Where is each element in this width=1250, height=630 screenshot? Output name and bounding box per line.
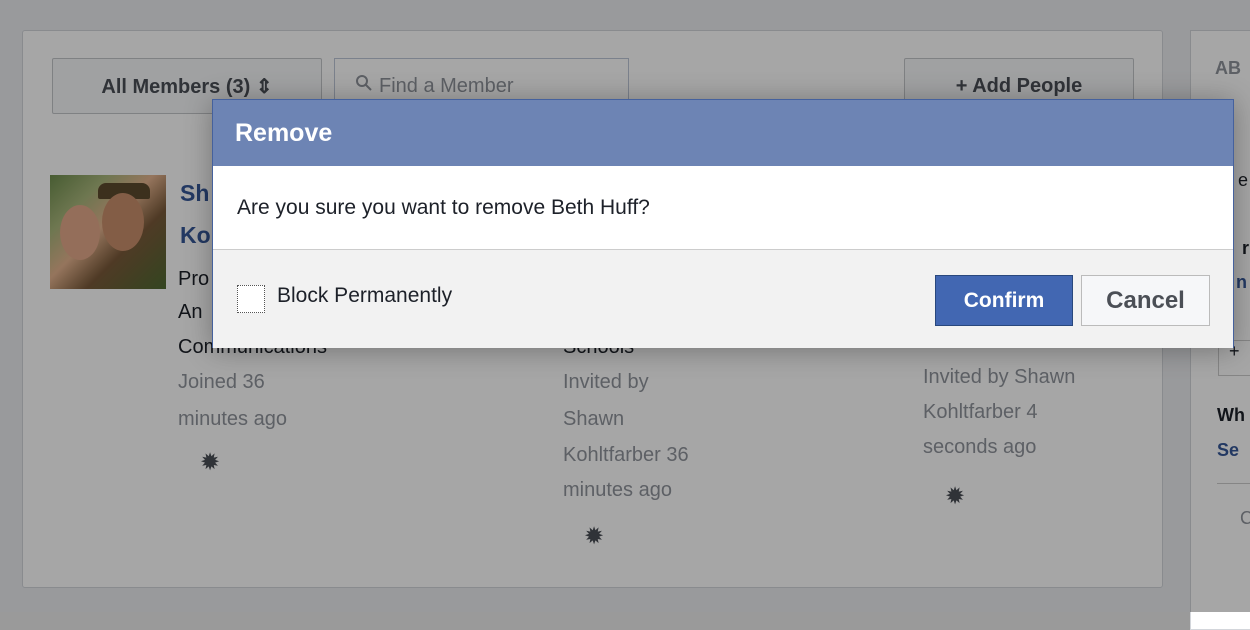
block-permanently-label[interactable]: Block Permanently bbox=[277, 284, 452, 308]
cancel-button[interactable]: Cancel bbox=[1081, 275, 1210, 326]
dialog-footer: Block Permanently Confirm Cancel bbox=[213, 249, 1233, 348]
remove-member-dialog: Remove Are you sure you want to remove B… bbox=[212, 99, 1234, 348]
dialog-message: Are you sure you want to remove Beth Huf… bbox=[237, 195, 650, 219]
confirm-button[interactable]: Confirm bbox=[935, 275, 1073, 326]
block-permanently-checkbox[interactable] bbox=[237, 285, 265, 313]
dialog-title: Remove bbox=[213, 100, 1233, 166]
